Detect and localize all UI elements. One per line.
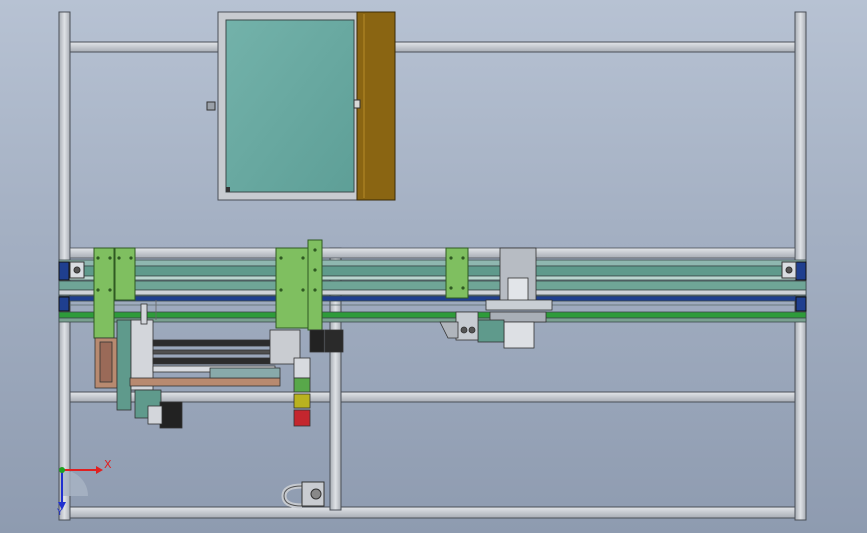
rail-top-beam [69,247,796,259]
frame-beam-lower [69,391,796,403]
axis-x-arrow [96,466,103,474]
cabinet-latch [206,101,216,111]
coordinate-triad [58,466,103,510]
cabinet-hinge [353,99,361,109]
signal-yellow [293,393,311,409]
bracket-1 [93,247,115,339]
rail-blue [58,295,807,302]
axis-x-label: X [104,458,112,471]
rail-green [58,311,807,319]
signal-red [293,409,311,427]
bracket-3 [275,247,309,329]
motor [159,401,183,429]
rail-teal-mid [58,280,807,291]
signal-green [293,377,311,393]
handle [281,481,325,509]
control-cabinet [206,11,396,201]
axis-y-label: Y [57,508,63,518]
rail-teal-upper [58,265,807,277]
axis-z-dot [59,467,65,473]
bracket-2 [114,247,136,301]
rail-assembly [58,247,807,323]
cad-viewport[interactable]: X Y [0,0,867,533]
cabinet-glass [225,19,355,193]
bracket-4 [307,239,323,331]
cabinet-door [356,11,396,201]
frame-beam-top [69,41,796,53]
machine-frame-drawing [58,11,807,521]
frame-beam-bottom [69,506,796,519]
bracket-5 [445,247,469,299]
